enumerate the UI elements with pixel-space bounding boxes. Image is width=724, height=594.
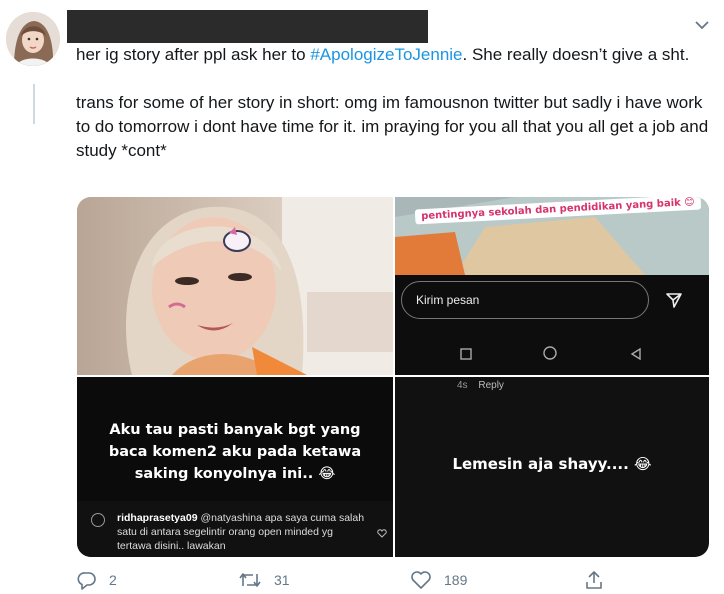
- media-grid: pentingnya sekolah dan pendidikan yang b…: [77, 197, 709, 557]
- message-input[interactable]: Kirim pesan: [401, 281, 649, 319]
- story-line: Aku tau pasti banyak bgt yang: [109, 422, 361, 438]
- tweet-text-part: her ig story after ppl ask her to: [76, 45, 311, 64]
- square-nav-icon[interactable]: [460, 347, 472, 365]
- reply-count: 2: [109, 572, 117, 588]
- reply-icon: [77, 570, 97, 590]
- like-count: 189: [444, 572, 468, 588]
- message-input-placeholder: Kirim pesan: [416, 293, 480, 307]
- tweet-actions: 2 31 189: [0, 570, 724, 594]
- comment-username: ridhaprasetya09: [117, 512, 198, 524]
- thread-line: [33, 84, 35, 124]
- story-time: 4s: [457, 380, 468, 391]
- selfie-image: [77, 197, 393, 375]
- story-meta: 4s Reply: [457, 380, 504, 391]
- share-button[interactable]: [584, 570, 604, 590]
- media-photo-3[interactable]: Aku tau pasti banyak bgt yang baca komen…: [77, 377, 393, 557]
- tweet-text-part: . She really doesn’t give a sht.: [462, 45, 690, 64]
- retweet-icon: [238, 570, 262, 590]
- redacted-user-name: [67, 10, 428, 43]
- media-photo-1[interactable]: [77, 197, 393, 375]
- commenter-avatar: [91, 513, 105, 527]
- circle-nav-icon[interactable]: [543, 346, 557, 365]
- story-text: Lemesin aja shayy.... 😂: [452, 455, 652, 473]
- hashtag-link[interactable]: #ApologizeToJennie: [310, 45, 462, 64]
- back-nav-icon[interactable]: [630, 347, 642, 365]
- story-line: baca komen2 aku pada ketawa: [108, 444, 362, 460]
- retweet-button[interactable]: 31: [238, 570, 290, 590]
- avatar[interactable]: [6, 12, 60, 66]
- story-text: Aku tau pasti banyak bgt yang baca komen…: [97, 419, 373, 485]
- tweet-text: her ig story after ppl ask her to #Apolo…: [76, 43, 712, 163]
- reply-button[interactable]: 2: [77, 570, 117, 590]
- tweet-translation: trans for some of her story in short: om…: [76, 93, 709, 160]
- reply-link[interactable]: Reply: [478, 380, 504, 391]
- comment-content: ridhaprasetya09 @natyashina apa saya cum…: [117, 511, 369, 557]
- chevron-down-icon[interactable]: [694, 18, 710, 30]
- media-photo-4[interactable]: 4s Reply Lemesin aja shayy.... 😂: [395, 377, 709, 557]
- retweet-count: 31: [274, 572, 290, 588]
- heart-icon: [410, 570, 432, 590]
- story-line: saking konyolnya ini.. 😂: [134, 466, 336, 482]
- media-photo-2[interactable]: pentingnya sekolah dan pendidikan yang b…: [395, 197, 709, 375]
- send-icon[interactable]: [665, 291, 683, 314]
- like-button[interactable]: 189: [410, 570, 467, 590]
- comment-box: ridhaprasetya09 @natyashina apa saya cum…: [77, 501, 393, 557]
- heart-icon[interactable]: [377, 525, 387, 543]
- share-icon: [584, 570, 604, 590]
